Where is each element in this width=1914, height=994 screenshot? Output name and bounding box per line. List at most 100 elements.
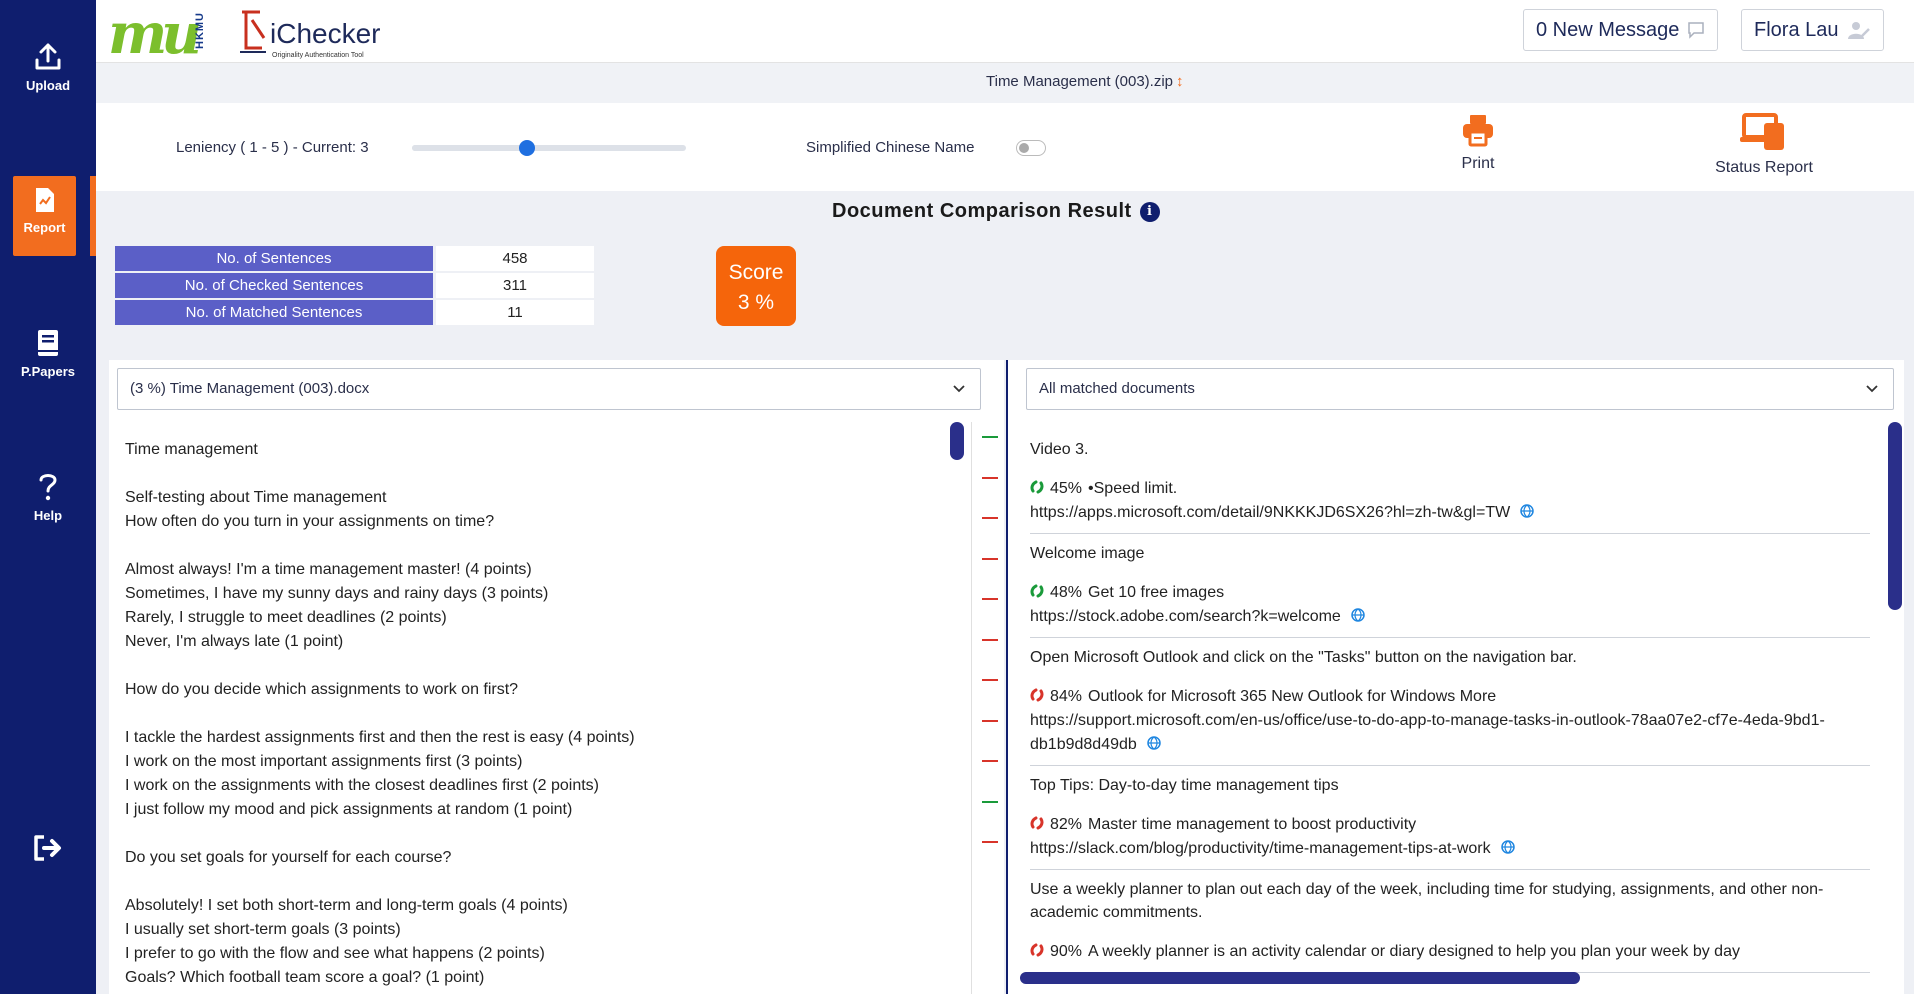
logout-button[interactable] [0, 834, 96, 868]
match-marker[interactable] [982, 436, 998, 438]
app-name: iChecker [270, 18, 381, 49]
match-source[interactable]: 90% A weekly planner is an activity calen… [1030, 940, 1870, 964]
match-marker[interactable] [982, 719, 998, 722]
document-line: Absolutely! I set both short-term and lo… [125, 897, 568, 914]
document-scrollbar[interactable] [950, 422, 964, 994]
match-title: A weekly planner is an activity calendar… [1088, 943, 1740, 960]
match-title: Master time management to boost producti… [1088, 816, 1417, 833]
match-source[interactable]: 84% Outlook for Microsoft 365 New Outlook… [1030, 685, 1870, 709]
document-line: I tackle the hardest assignments first a… [125, 729, 635, 746]
stat-label: No. of Matched Sentences [115, 300, 433, 325]
leniency-slider[interactable] [412, 140, 686, 156]
info-icon[interactable]: i [1139, 202, 1160, 222]
matched-documents-select[interactable]: All matched documents [1026, 368, 1894, 410]
match-source[interactable]: 48% Get 10 free images [1030, 581, 1870, 605]
toggle-knob [1019, 143, 1029, 153]
match-url-text: https://apps.microsoft.com/detail/9NKKKJ… [1030, 504, 1511, 521]
match-url[interactable]: https://support.microsoft.com/en-us/offi… [1030, 709, 1870, 757]
match-url[interactable]: https://apps.microsoft.com/detail/9NKKKJ… [1030, 501, 1870, 525]
matches-scrollbar[interactable] [1888, 422, 1902, 970]
globe-icon[interactable] [1520, 504, 1534, 518]
globe-icon[interactable] [1147, 736, 1161, 750]
print-button[interactable]: Print [1438, 113, 1518, 173]
match-title: Outlook for Microsoft 365 New Outlook fo… [1088, 688, 1497, 705]
status-report-button[interactable]: Status Report [1704, 113, 1824, 177]
matched-sentence: Use a weekly planner to plan out each da… [1030, 881, 1824, 921]
match-marker[interactable] [982, 638, 998, 641]
match-marker[interactable] [982, 679, 998, 681]
score-value: 3 % [737, 291, 775, 314]
stat-row: No. of Sentences 458 [115, 246, 594, 271]
result-title: Document Comparison Result i [832, 200, 1160, 223]
upload-icon [35, 43, 61, 70]
sidebar-item-ppapers[interactable]: P.Papers [0, 328, 96, 379]
stats-table: No. of Sentences 458 No. of Checked Sent… [115, 246, 594, 327]
user-name: Flora Lau [1754, 18, 1839, 41]
chevron-down-icon [1866, 385, 1878, 393]
document-line: How often do you turn in your assignment… [125, 513, 495, 530]
document-line: I work on the assignments with the close… [125, 777, 599, 794]
new-message-label: 0 New Message [1536, 18, 1680, 41]
simplified-chinese-label: Simplified Chinese Name [806, 139, 975, 156]
sidebar-item-upload[interactable]: Upload [0, 42, 96, 93]
document-select[interactable]: (3 %) Time Management (003).docx [117, 368, 981, 410]
ichecker-logo: iChecker Originality Authentication Tool [236, 8, 380, 63]
match-marker[interactable] [982, 760, 998, 762]
sidebar-item-help[interactable]: Help [0, 470, 96, 523]
globe-icon[interactable] [1500, 840, 1515, 854]
match-marker[interactable] [982, 800, 998, 803]
match-marker[interactable] [982, 598, 998, 600]
new-message-button[interactable]: 0 New Message [1523, 9, 1719, 51]
sidebar-item-label: Report [23, 220, 66, 235]
document-line: I prefer to go with the flow and see wha… [125, 945, 545, 962]
hkmu-logo: mu [108, 1, 202, 67]
matched-sentence: Video 3. [1030, 441, 1089, 458]
match-url[interactable]: https://slack.com/blog/productivity/time… [1030, 837, 1870, 861]
matched-sentence: Welcome image [1030, 545, 1145, 562]
result-title-text: Document Comparison Result [832, 200, 1132, 222]
user-menu-button[interactable]: Flora Lau [1741, 9, 1884, 51]
match-marker[interactable] [982, 476, 998, 479]
scrollbar-thumb[interactable] [950, 422, 964, 460]
match-percent: 48% [1050, 584, 1083, 601]
help-icon [39, 474, 57, 501]
document-line: Self-testing about Time management [125, 489, 387, 506]
stat-value: 458 [436, 246, 594, 271]
file-strip: Time Management (003).zip ↕ [96, 63, 1914, 103]
document-text: Time management Self-testing about Time m… [125, 438, 945, 990]
match-level-icon [1030, 943, 1044, 957]
logout-icon [34, 835, 61, 861]
printer-icon [1463, 115, 1493, 147]
match-source[interactable]: 82% Master time management to boost produ… [1030, 813, 1870, 837]
selected-file[interactable]: Time Management (003).zip ↕ [986, 73, 1184, 90]
simplified-chinese-toggle[interactable] [1016, 140, 1046, 156]
match-title: Get 10 free images [1088, 584, 1225, 601]
document-line: I work on the most important assignments… [125, 753, 523, 770]
match-item: Top Tips: Day-to-day time management tip… [1030, 774, 1870, 870]
globe-icon[interactable] [1351, 608, 1365, 622]
scrollbar-thumb[interactable] [1888, 422, 1902, 610]
matches-horizontal-scrollbar[interactable] [1020, 972, 1580, 984]
ichecker-logo-icon [240, 10, 266, 53]
score-label: Score [728, 261, 784, 284]
match-marker[interactable] [982, 517, 998, 519]
match-url-text: https://slack.com/blog/productivity/time… [1030, 840, 1491, 857]
matched-sentence: Open Microsoft Outlook and click on the … [1030, 649, 1577, 666]
document-select-value: (3 %) Time Management (003).docx [130, 380, 370, 397]
match-marker[interactable] [982, 841, 998, 843]
match-source[interactable]: 45% •Speed limit. [1030, 477, 1870, 501]
leniency-slider-thumb[interactable] [519, 140, 536, 156]
match-marker[interactable] [982, 557, 998, 560]
match-level-icon [1030, 816, 1044, 830]
document-line: Never, I'm always late (1 point) [125, 633, 344, 650]
match-url[interactable]: https://stock.adobe.com/search?k=welcome [1030, 605, 1870, 629]
document-line: Do you set goals for yourself for each c… [125, 849, 452, 866]
sidebar: Upload Report P.Papers Help [0, 0, 96, 994]
document-line: I usually set short-term goals (3 points… [125, 921, 401, 938]
sidebar-item-report[interactable]: Report [13, 176, 76, 256]
match-level-icon [1030, 688, 1044, 702]
